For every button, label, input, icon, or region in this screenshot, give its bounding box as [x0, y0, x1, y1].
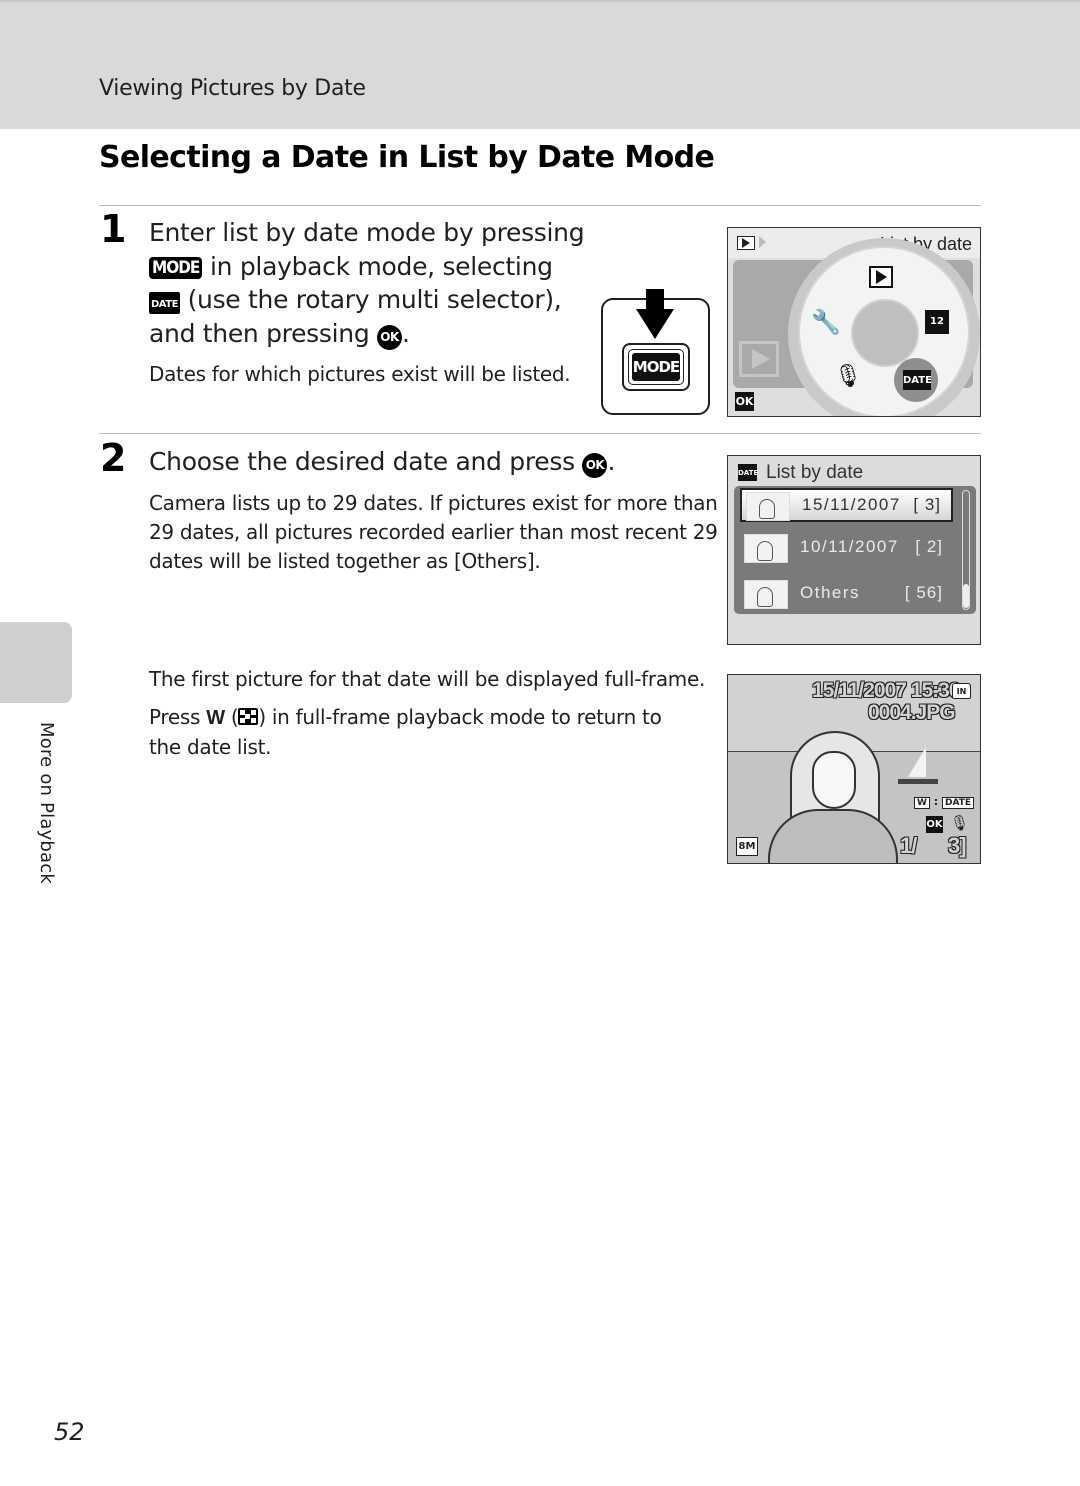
note-3-line-2: the date list. [149, 735, 272, 759]
step-1-line-1: Enter list by date mode by pressing [149, 218, 585, 247]
chevron-right-icon [759, 236, 766, 248]
zoom-w-key-icon: W [206, 707, 225, 729]
down-arrow-head-icon [636, 309, 674, 339]
ok-button-icon: OK [377, 324, 403, 350]
step-1-line-2: MODE in playback mode, selecting [149, 250, 584, 284]
large-play-icon [739, 341, 779, 377]
step-1-line-3-text: (use the rotary multi selector), [179, 285, 562, 314]
screen-mode-menu: List by date 🔧 12 🎙 DATE OK [727, 227, 981, 417]
internal-memory-icon: IN [952, 683, 971, 699]
step-1-line-3: DATE (use the rotary multi selector), [149, 283, 584, 317]
portrait-face [812, 751, 856, 809]
step-2-note-3: Press W ( ) in full-frame playback mode t… [149, 703, 662, 762]
playback-icon [737, 236, 755, 250]
header-band [0, 0, 1080, 129]
date-list-row[interactable]: Others [ 56] [740, 578, 953, 612]
row-count: [ 56] [904, 583, 943, 602]
section-title: Viewing Pictures by Date [99, 76, 366, 101]
step-1-line-4-text: and then pressing [149, 318, 378, 348]
screen-date-list: DATE List by date 15/11/2007 [ 3] 10/11/… [727, 455, 981, 645]
sailboat-sail [908, 747, 926, 777]
scrollbar-thumb[interactable] [963, 584, 969, 608]
divider [99, 205, 981, 206]
page-title: Selecting a Date in List by Date Mode [99, 140, 715, 175]
rotary-selector-center [851, 299, 919, 367]
ok-icon: OK [926, 816, 943, 833]
page-number: 52 [54, 1418, 85, 1446]
step-2-note: Camera lists up to 29 dates. If pictures… [149, 489, 718, 576]
step-2-instruction: Choose the desired date and press OK. [149, 445, 615, 479]
calendar-icon: 12 [925, 310, 949, 334]
note-3-line-1: Press W ( ) in full-frame playback mode t… [149, 703, 662, 733]
date-list-row[interactable]: 10/11/2007 [ 2] [740, 532, 953, 566]
note-3-mid: ) in full-frame playback mode to return … [258, 705, 662, 729]
date-icon: DATE [149, 292, 180, 314]
mode-key-icon: MODE [622, 343, 690, 391]
step-1-note: Dates for which pictures exist will be l… [149, 362, 571, 386]
ring-playback-icon [869, 266, 893, 288]
note-line: Camera lists up to 29 dates. If pictures… [149, 491, 718, 515]
mode-key-inner: MODE [628, 349, 684, 385]
screen-title: List by date [766, 462, 864, 483]
row-date: 10/11/2007 [800, 537, 899, 556]
thumbnail-image [744, 580, 788, 609]
row-count: [ 2] [915, 537, 943, 556]
step-2-number: 2 [100, 436, 127, 480]
voice-memo-icon: 🎙 [950, 814, 970, 832]
note-line: 29 dates, all pictures recorded earlier … [149, 520, 718, 544]
down-arrow-icon [646, 289, 664, 311]
image-mode-icon: 8M [736, 837, 758, 856]
list-by-date-icon: DATE [903, 370, 932, 390]
chapter-label: More on Playback [36, 722, 57, 885]
step-2-note-2: The first picture for that date will be … [149, 667, 706, 691]
voice-memo-icon: 🎙 [834, 364, 862, 389]
divider [99, 433, 981, 434]
thumbnail-image [746, 492, 790, 521]
row-date: 15/11/2007 [802, 495, 901, 514]
step-1-number: 1 [100, 207, 127, 251]
date-icon: DATE [942, 797, 975, 809]
frame-counter-total: 3] [948, 833, 967, 858]
note-line: dates will be listed together as [Others… [149, 549, 541, 573]
step-1-period: . [402, 318, 410, 348]
step-1-line-4: and then pressing OK. [149, 317, 584, 351]
date-list-row-selected[interactable]: 15/11/2007 [ 3] [740, 488, 953, 522]
mode-key-label: MODE [632, 353, 680, 381]
separator: : [933, 795, 939, 808]
step-1-line-2-text: in playback mode, selecting [202, 251, 553, 281]
step-2-text: Choose the desired date and press [149, 447, 583, 476]
ok-button-icon: OK [582, 453, 608, 478]
step-2-period: . [607, 447, 616, 476]
row-count: [ 3] [913, 495, 941, 514]
mode-button-icon: MODE [149, 256, 203, 279]
thumbnail-playback-icon [238, 708, 259, 725]
row-date: Others [800, 583, 861, 602]
chapter-tab [0, 622, 72, 703]
zoom-w-icon: W [914, 797, 930, 809]
note-3-open: ( [224, 705, 239, 729]
frame-counter-current: 1/ [900, 833, 917, 858]
thumbnail-image [744, 534, 788, 563]
setup-wrench-icon: 🔧 [811, 308, 841, 336]
screen-full-frame: 15/11/2007 15:30 IN 0004.JPG W : DATE OK… [727, 674, 981, 864]
step-1-instruction: Enter list by date mode by pressing MODE… [149, 216, 585, 351]
sailboat-hull [898, 779, 938, 784]
ok-icon: OK [735, 392, 754, 411]
list-by-date-icon: DATE [738, 464, 758, 481]
zoom-to-date-hint: W : DATE [914, 795, 975, 809]
note-3-pre: Press [149, 705, 207, 729]
photo-datetime: 15/11/2007 15:30 [812, 679, 960, 702]
photo-filename: 0004.JPG [868, 701, 956, 724]
